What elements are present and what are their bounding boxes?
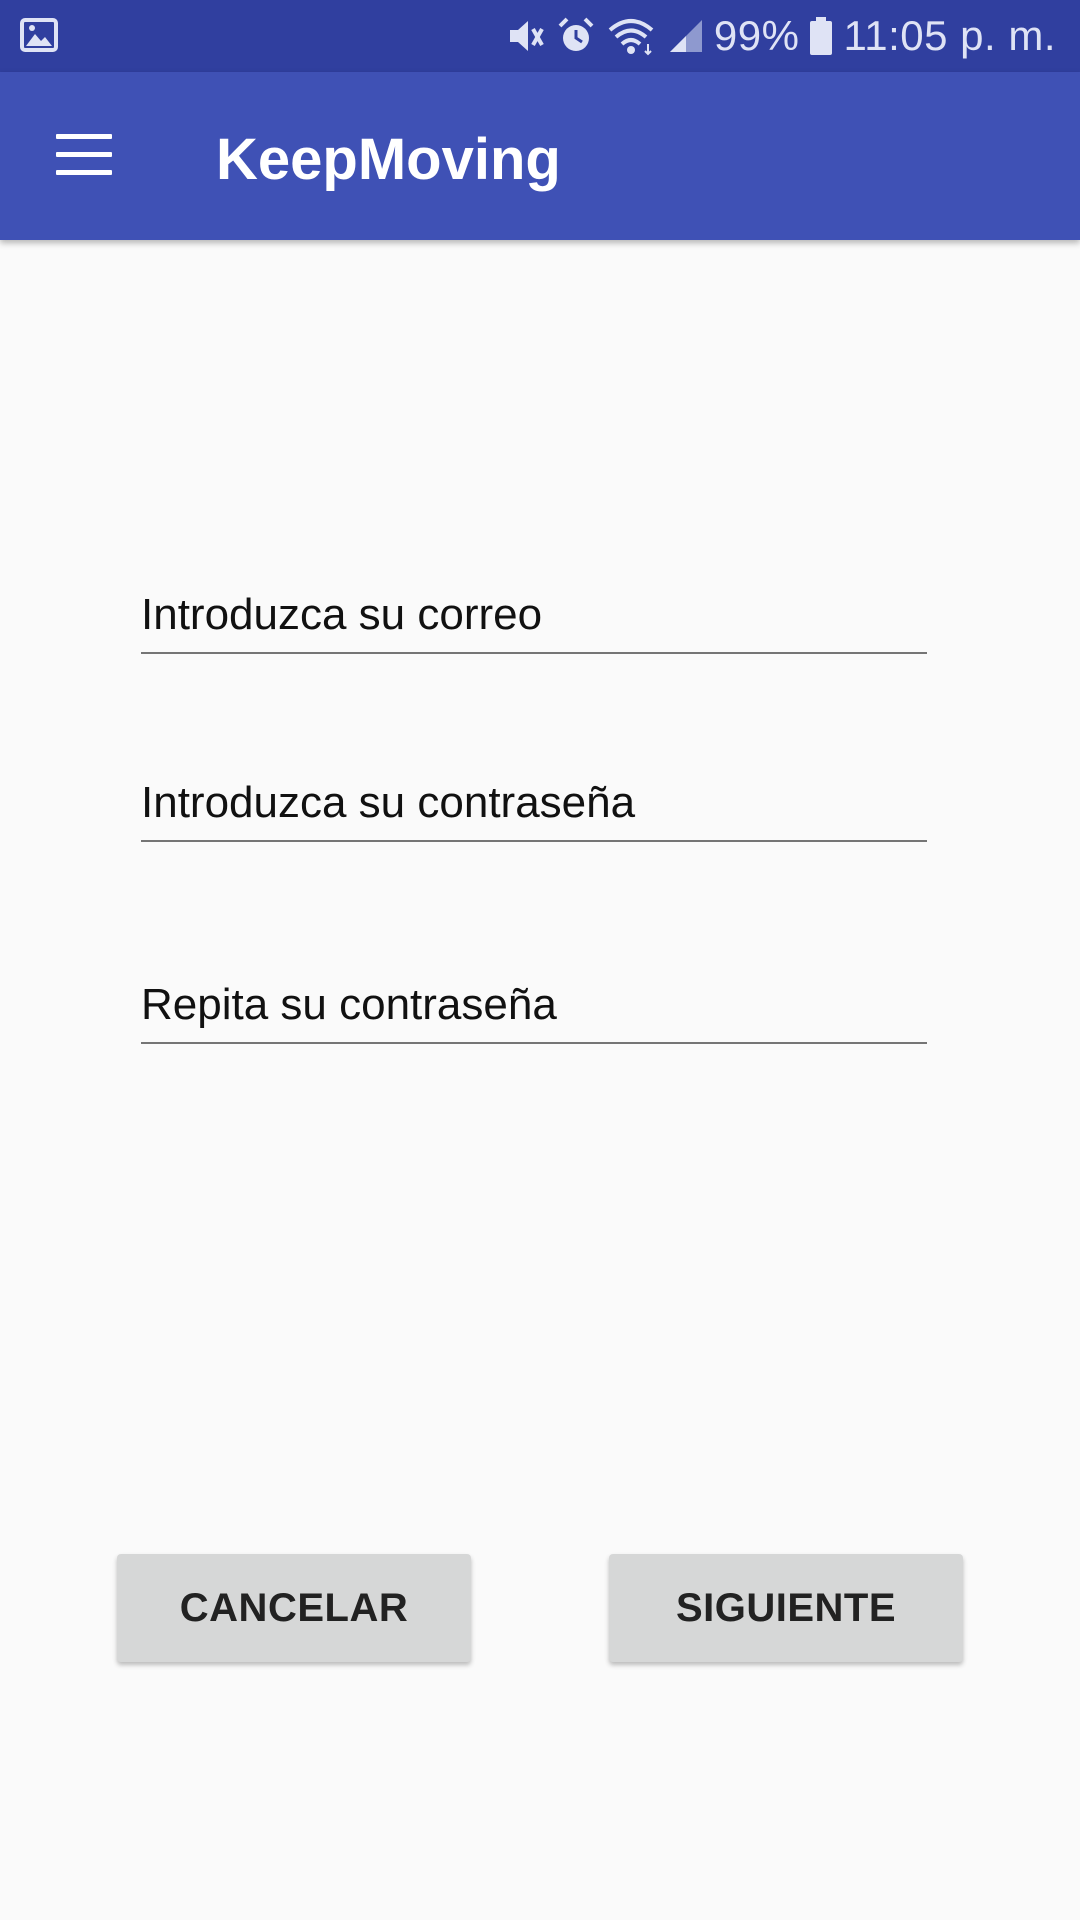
- signal-icon: [669, 20, 702, 52]
- wifi-icon: [608, 19, 654, 56]
- menu-icon[interactable]: [56, 134, 112, 176]
- clock: 11:05 p. m.: [843, 12, 1056, 59]
- app-title: KeepMoving: [216, 127, 561, 192]
- status-indicators: 99% 11:05 p. m.: [506, 0, 1056, 72]
- battery-icon: [810, 17, 833, 55]
- mute-icon: [509, 21, 544, 51]
- app-bar: KeepMoving: [0, 72, 1080, 240]
- battery-percentage: 99%: [713, 12, 800, 59]
- repeat-password-field[interactable]: Repita su contraseña: [141, 974, 927, 1044]
- alarm-icon: [558, 17, 594, 51]
- email-field[interactable]: Introduzca su correo: [141, 584, 927, 654]
- next-button[interactable]: SIGUIENTE: [609, 1554, 963, 1662]
- password-field[interactable]: Introduzca su contraseña: [141, 772, 927, 842]
- status-bar: 99% 11:05 p. m.: [0, 0, 1080, 72]
- cancel-button[interactable]: CANCELAR: [117, 1554, 471, 1662]
- gallery-icon: [20, 18, 58, 52]
